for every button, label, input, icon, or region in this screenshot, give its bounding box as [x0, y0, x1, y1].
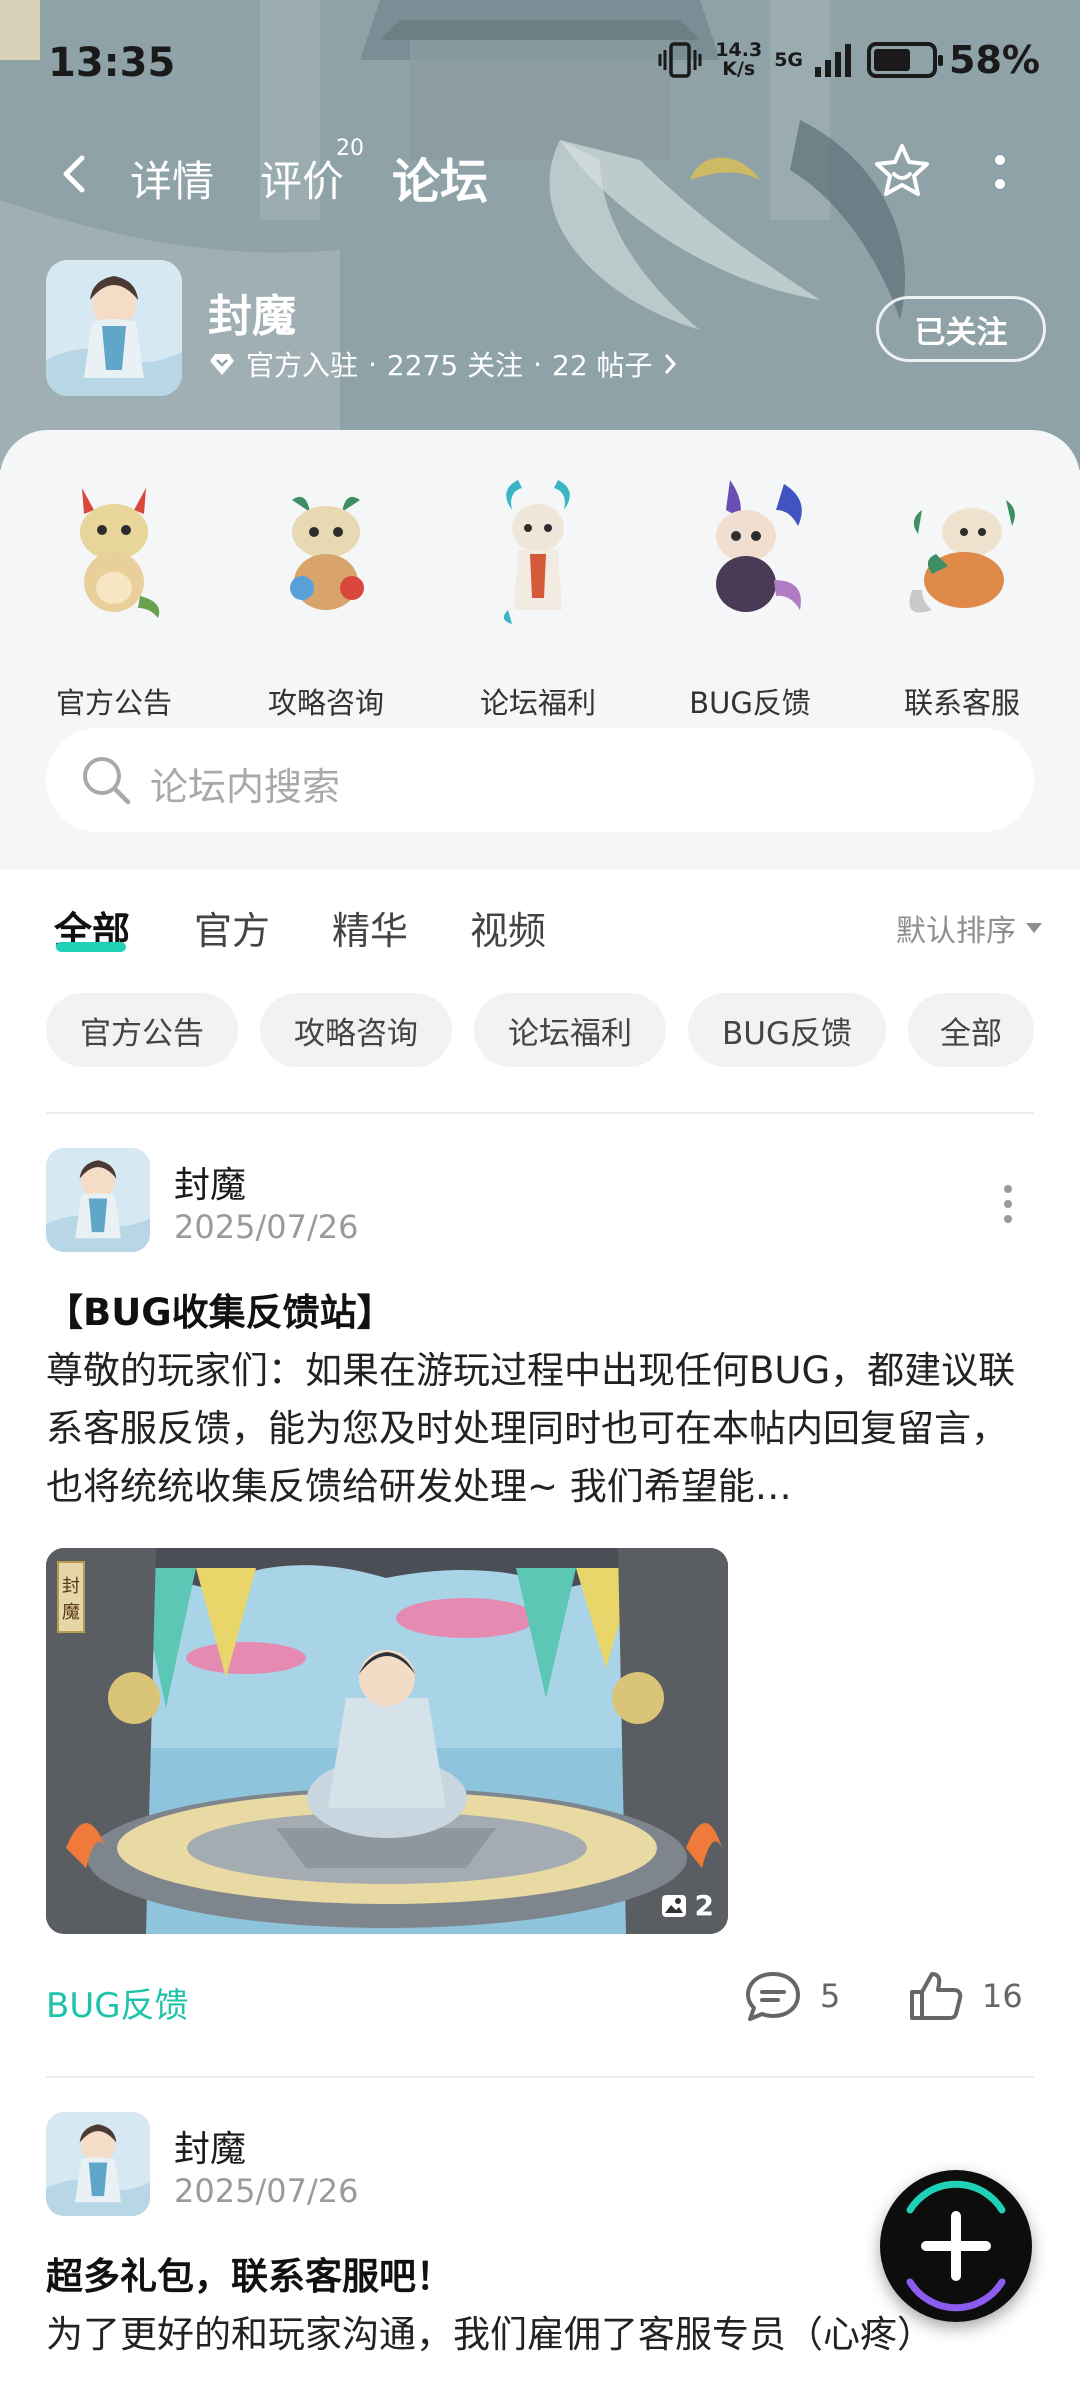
verified-heart-icon — [210, 354, 234, 375]
dragon-mascot-icon — [80, 488, 160, 618]
avatar-art — [46, 1148, 150, 1252]
comment-count: 5 — [820, 1977, 841, 2015]
category-label: 官方公告 — [55, 686, 172, 720]
chip-bug-report[interactable]: BUG反馈 — [688, 993, 886, 1067]
signal-icon — [815, 44, 852, 77]
dragon-mascot-icon — [290, 496, 364, 610]
like-count: 16 — [982, 1977, 1023, 2015]
status-time: 13:35 — [48, 40, 176, 86]
divider — [46, 1112, 1034, 1114]
tab-review[interactable]: 评价 — [260, 148, 344, 209]
comment-button[interactable]: 5 — [744, 1970, 840, 2022]
category-label: 论坛福利 — [479, 686, 596, 720]
filter-tab-video[interactable]: 视频 — [470, 900, 546, 955]
official-label: 官方入驻 — [246, 349, 359, 382]
like-button[interactable]: 16 — [908, 1970, 1023, 2022]
caret-down-icon — [1026, 923, 1042, 933]
search-bar[interactable]: 论坛内搜索 — [46, 728, 1034, 832]
net-speed: 14.3 K/s — [715, 39, 763, 80]
image-seal-char: 封 — [62, 1576, 80, 1597]
game-icon-art — [46, 260, 182, 396]
star-badge-icon[interactable] — [872, 142, 932, 202]
game-info: 封魔 官方入驻 · 2275 关注 · 22 帖子 已关注 — [46, 260, 1046, 400]
sort-dropdown[interactable]: 默认排序 — [896, 906, 1042, 950]
chevron-left-icon[interactable] — [52, 150, 100, 198]
post-count[interactable]: 22 帖子 — [552, 344, 653, 384]
category-label: 攻略咨询 — [267, 686, 384, 720]
post-date: 2025/07/26 — [174, 1208, 359, 1246]
post-date: 2025/07/26 — [174, 2172, 359, 2210]
sort-label: 默认排序 — [896, 914, 1016, 949]
game-header: 13:35 14.3 K/s 5G 58% 详情 评价 20 论坛 封魔 官方入… — [0, 0, 1080, 470]
create-post-button[interactable] — [880, 2170, 1032, 2322]
category-panel: 官方公告 攻略咨询 论坛福利 BUG反馈 联系客服 论坛内搜索 — [0, 430, 1080, 870]
avatar[interactable] — [46, 2112, 150, 2216]
meta-separator: · — [533, 347, 542, 381]
filter-tab-official[interactable]: 官方 — [194, 900, 270, 955]
topic-chips: 官方公告 攻略咨询 论坛福利 BUG反馈 全部 — [46, 993, 1046, 1067]
more-vertical-icon[interactable] — [985, 150, 1015, 198]
dragon-mascot-icon — [716, 480, 802, 612]
chevron-right-icon — [664, 354, 676, 374]
post-author[interactable]: 封魔 — [174, 2120, 246, 2172]
category-official-notice[interactable]: 官方公告 — [24, 470, 204, 720]
category-customer-service[interactable]: 联系客服 — [872, 470, 1052, 720]
chip-strategy[interactable]: 攻略咨询 — [260, 993, 452, 1067]
thumbs-up-icon — [910, 1972, 963, 2020]
category-label: BUG反馈 — [689, 686, 811, 720]
post-topic-tag[interactable]: BUG反馈 — [46, 1978, 189, 2027]
plus-icon — [906, 2180, 1006, 2312]
vibrate-icon — [658, 42, 702, 78]
category-label: 联系客服 — [903, 686, 1020, 720]
meta-separator: · — [368, 347, 377, 381]
filter-tab-indicator — [56, 942, 126, 952]
category-strategy[interactable]: 攻略咨询 — [236, 470, 416, 720]
game-meta: 官方入驻 · 2275 关注 · 22 帖子 — [208, 344, 677, 384]
top-nav: 详情 评价 20 论坛 — [0, 130, 1080, 220]
image-seal-char: 魔 — [62, 1602, 80, 1623]
search-input[interactable]: 论坛内搜索 — [150, 756, 340, 811]
follow-button[interactable]: 已关注 — [876, 296, 1046, 362]
category-welfare[interactable]: 论坛福利 — [448, 470, 628, 720]
divider — [46, 2076, 1034, 2078]
avatar-art — [46, 2112, 150, 2216]
tab-forum[interactable]: 论坛 — [392, 142, 488, 212]
chip-welfare[interactable]: 论坛福利 — [474, 993, 666, 1067]
battery-percent: 58% — [949, 38, 1040, 82]
avatar[interactable] — [46, 1148, 150, 1252]
category-bug-report[interactable]: BUG反馈 — [660, 470, 840, 720]
status-bar: 13:35 14.3 K/s 5G 58% — [0, 0, 1080, 120]
comment-icon — [746, 1972, 800, 2021]
tab-detail[interactable]: 详情 — [130, 148, 214, 209]
network-type: 5G — [774, 49, 804, 71]
game-title: 封魔 — [208, 291, 296, 342]
post-card[interactable]: 封魔 2025/07/26 【BUG收集反馈站】 尊敬的玩家们：如果在游玩过程中… — [0, 1148, 1080, 2028]
post-body: 尊敬的玩家们：如果在游玩过程中出现任何BUG，都建议联系客服反馈，能为您及时处理… — [46, 1349, 1016, 1508]
review-count-badge: 20 — [336, 136, 364, 161]
dragon-mascot-icon — [909, 500, 1015, 613]
more-vertical-icon[interactable] — [998, 1184, 1018, 1224]
post-image[interactable]: 封 魔 2 — [46, 1548, 728, 1934]
filter-tab-featured[interactable]: 精华 — [332, 900, 408, 955]
post-title: 超多礼包，联系客服吧！ — [46, 2255, 453, 2298]
image-count: 2 — [694, 1889, 714, 1922]
post-title: 【BUG收集反馈站】 — [46, 1291, 394, 1334]
post-image-art: 封 魔 — [46, 1548, 728, 1934]
battery-icon — [867, 42, 944, 78]
image-icon — [661, 1894, 686, 1917]
dragon-mascot-icon — [503, 480, 570, 624]
game-icon[interactable] — [46, 260, 182, 396]
image-count-badge: 2 — [661, 1889, 714, 1922]
chip-official-notice[interactable]: 官方公告 — [46, 993, 238, 1067]
post-author[interactable]: 封魔 — [174, 1156, 246, 1208]
follow-count: 2275 关注 — [386, 349, 524, 382]
search-icon — [83, 757, 131, 805]
filter-tabs: 全部 官方 精华 视频 默认排序 — [0, 870, 1080, 980]
chip-all[interactable]: 全部 — [908, 993, 1034, 1067]
